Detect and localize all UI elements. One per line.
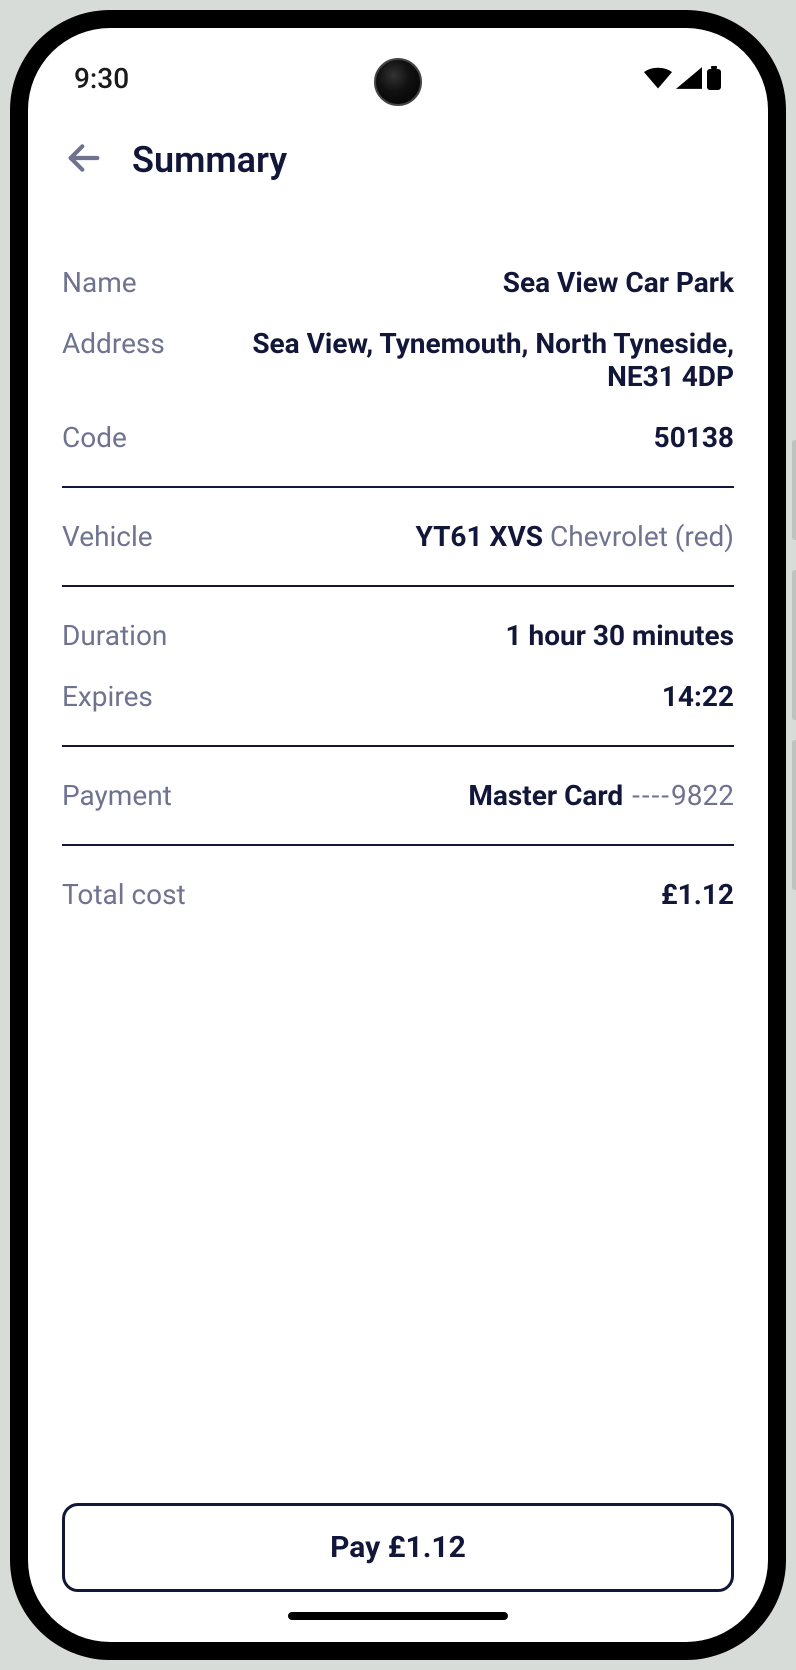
row-code: Code 50138 <box>62 407 734 468</box>
code-label: Code <box>62 421 127 454</box>
payment-card-type: Master Card <box>468 779 623 812</box>
row-duration: Duration 1 hour 30 minutes <box>62 605 734 666</box>
row-name: Name Sea View Car Park <box>62 252 734 313</box>
name-label: Name <box>62 266 137 299</box>
signal-icon <box>676 67 702 89</box>
card-mask: ---- <box>623 779 671 812</box>
duration-value: 1 hour 30 minutes <box>187 619 734 652</box>
total-value: £1.12 <box>206 878 734 911</box>
arrow-left-icon <box>64 138 104 182</box>
status-time: 9:30 <box>74 62 129 95</box>
battery-icon <box>706 66 722 90</box>
pay-button-label: Pay £1.12 <box>330 1530 466 1565</box>
duration-label: Duration <box>62 619 167 652</box>
wifi-icon <box>644 67 672 89</box>
divider <box>62 585 734 587</box>
address-label: Address <box>62 327 165 360</box>
vehicle-desc: Chevrolet (red) <box>543 520 734 553</box>
name-value: Sea View Car Park <box>157 266 734 299</box>
row-vehicle: Vehicle YT61 XVS Chevrolet (red) <box>62 506 734 567</box>
page-title: Summary <box>132 139 287 181</box>
vehicle-value: YT61 XVS Chevrolet (red) <box>173 520 734 553</box>
payment-last4: 9822 <box>671 779 734 812</box>
vehicle-label: Vehicle <box>62 520 153 553</box>
total-label: Total cost <box>62 878 186 911</box>
payment-label: Payment <box>62 779 172 812</box>
row-expires: Expires 14:22 <box>62 666 734 727</box>
divider <box>62 486 734 488</box>
vehicle-plate: YT61 XVS <box>416 520 544 553</box>
payment-value: Master Card ----9822 <box>192 779 734 812</box>
expires-value: 14:22 <box>173 680 734 713</box>
row-address: Address Sea View, Tynemouth, North Tynes… <box>62 313 734 407</box>
code-value: 50138 <box>147 421 734 454</box>
pay-button[interactable]: Pay £1.12 <box>62 1503 734 1592</box>
row-payment: Payment Master Card ----9822 <box>62 765 734 826</box>
camera-cutout <box>374 58 422 106</box>
expires-label: Expires <box>62 680 153 713</box>
home-indicator[interactable] <box>288 1612 508 1620</box>
address-value: Sea View, Tynemouth, North Tyneside, NE3… <box>185 327 734 393</box>
back-button[interactable] <box>62 138 106 182</box>
divider <box>62 745 734 747</box>
page-header: Summary <box>28 108 768 212</box>
divider <box>62 844 734 846</box>
row-total: Total cost £1.12 <box>62 864 734 925</box>
